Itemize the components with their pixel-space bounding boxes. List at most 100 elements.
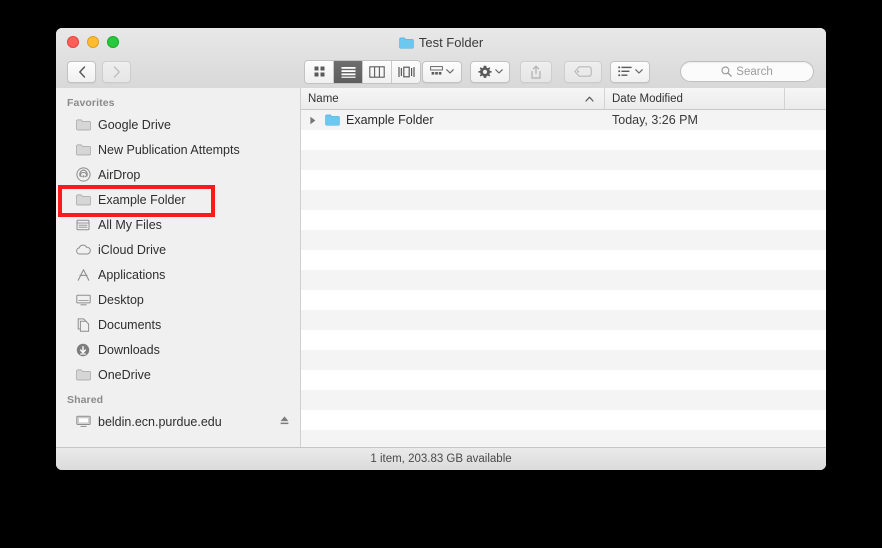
sidebar-item-downloads[interactable]: Downloads [56,337,300,362]
zoom-button[interactable] [107,36,119,48]
view-mode-segmented-control [304,59,421,84]
folder-icon [399,37,414,49]
documents-icon [75,317,91,333]
empty-row [301,290,826,310]
sidebar-item-label: New Publication Attempts [98,142,240,157]
traffic-lights [67,36,119,48]
column-headers: Name Date Modified [301,88,826,110]
file-name-cell: Example Folder [301,113,605,127]
window-titlebar: Test Folder Search [56,28,826,89]
share-icon [531,65,541,79]
column-header-extra[interactable] [785,88,826,109]
sidebar-item-onedrive[interactable]: OneDrive [56,362,300,387]
window-title-text: Test Folder [418,35,484,50]
eject-icon[interactable] [279,415,290,429]
search-field[interactable]: Search [680,61,814,82]
folder-icon [75,117,91,133]
status-bar: 1 item, 203.83 GB available [56,447,826,470]
sidebar-section-header-favorites: Favorites [67,97,115,109]
coverflow-icon [397,66,415,77]
folder-icon [75,192,91,208]
column-header-name[interactable]: Name [301,88,605,109]
file-name-label: Example Folder [346,113,434,127]
search-icon [721,66,733,77]
view-mode-icon[interactable] [305,60,334,83]
back-button[interactable] [67,60,96,83]
status-bar-text: 1 item, 203.83 GB available [370,453,512,465]
empty-row [301,210,826,230]
sidebar-item-label: iCloud Drive [98,242,167,257]
empty-row [301,390,826,410]
arrange-icon [430,66,443,75]
sidebar-item-google-drive[interactable]: Google Drive [56,112,300,137]
empty-row [301,130,826,150]
column-header-label: Name [308,92,339,105]
file-list: Name Date Modified Example Folder Today,… [301,88,826,448]
list-options-button[interactable] [610,60,650,83]
minimize-button[interactable] [87,36,99,48]
empty-row [301,170,826,190]
tag-button[interactable] [564,60,602,83]
share-button[interactable] [520,60,552,83]
sidebar-item-new-publication-attempts[interactable]: New Publication Attempts [56,137,300,162]
chevron-right-icon [113,65,120,78]
sidebar-item-label: Documents [98,317,162,332]
folder-icon [75,142,91,158]
airdrop-icon [75,167,91,183]
columns-icon [369,65,385,78]
chevron-down-icon [634,69,643,74]
window-title: Test Folder [56,35,826,50]
chevron-left-icon [78,65,85,78]
view-mode-column[interactable] [363,60,392,83]
empty-row [301,150,826,170]
sidebar-item-label: Google Drive [98,117,171,132]
navigation-buttons [67,60,131,83]
sidebar-item-desktop[interactable]: Desktop [56,287,300,312]
sidebar-item-example-folder[interactable]: Example Folder [56,187,300,212]
sidebar-item-label: OneDrive [98,367,151,382]
sort-ascending-icon [585,96,594,102]
empty-row [301,430,826,448]
sidebar-item-label: Downloads [98,342,160,357]
view-mode-list[interactable] [334,60,363,83]
search-placeholder: Search [736,65,773,78]
sidebar: Favorites Google Drive New Publication A… [56,88,301,448]
empty-row [301,330,826,350]
sidebar-item-airdrop[interactable]: AirDrop [56,162,300,187]
finder-window: Test Folder Search Favorites Google Driv… [56,28,826,470]
sidebar-item-documents[interactable]: Documents [56,312,300,337]
sidebar-item-beldin-server[interactable]: beldin.ecn.purdue.edu [56,409,300,434]
list-options-icon [617,66,632,77]
sidebar-item-label: AirDrop [98,167,141,182]
disclosure-triangle-icon[interactable] [309,116,319,125]
folder-icon [325,114,340,126]
applications-icon [75,267,91,283]
sidebar-item-label: Desktop [98,292,144,307]
chevron-down-icon [494,69,503,74]
table-row[interactable]: Example Folder Today, 3:26 PM [301,110,826,130]
grid-icon [314,66,324,77]
folder-icon [75,367,91,383]
window-body: Favorites Google Drive New Publication A… [56,88,826,448]
empty-row [301,230,826,250]
sidebar-item-icloud-drive[interactable]: iCloud Drive [56,237,300,262]
empty-row [301,190,826,210]
all-my-files-icon [75,217,91,233]
sidebar-item-all-my-files[interactable]: All My Files [56,212,300,237]
empty-row [301,410,826,430]
arrange-button[interactable] [422,60,462,83]
column-header-date-modified[interactable]: Date Modified [605,88,785,109]
downloads-icon [75,342,91,358]
finder-toolbar: Search [56,55,826,88]
column-header-label: Date Modified [612,92,683,105]
action-menu-button[interactable] [470,60,510,83]
file-rows: Example Folder Today, 3:26 PM [301,110,826,448]
gear-icon [477,65,492,78]
view-mode-coverflow[interactable] [392,60,420,83]
sidebar-section-header-shared: Shared [67,394,104,406]
close-button[interactable] [67,36,79,48]
sidebar-item-applications[interactable]: Applications [56,262,300,287]
desktop-icon [75,292,91,308]
forward-button[interactable] [102,60,131,83]
screenshot-canvas: Test Folder Search Favorites Google Driv… [0,0,882,548]
